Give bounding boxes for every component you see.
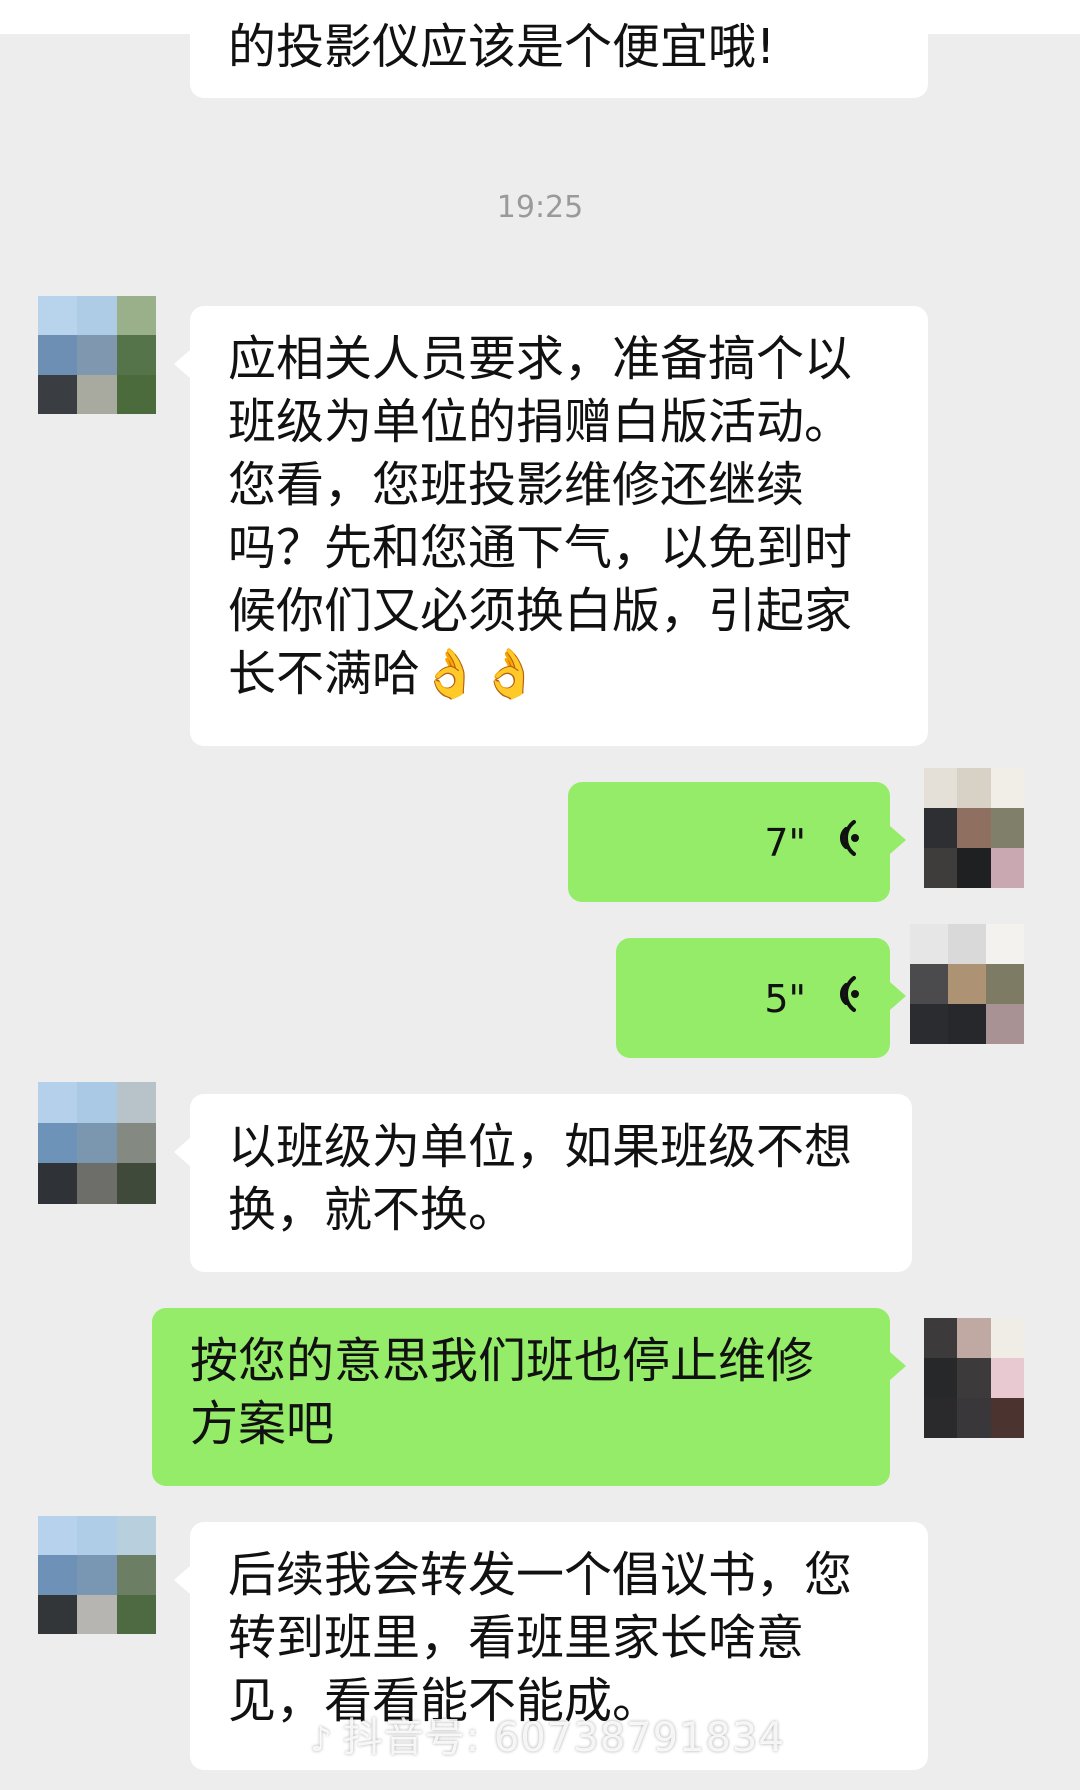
voice-wave-icon <box>839 820 859 856</box>
contact-avatar[interactable] <box>38 1516 156 1634</box>
watermark-text: 抖音号: 60738791834 <box>342 1715 785 1761</box>
watermark: ♪ 抖音号: 60738791834 <box>310 1705 785 1763</box>
voice-duration: 7" <box>764 821 806 865</box>
voice-message-bubble[interactable]: 7" <box>568 782 906 902</box>
message-bubble-incoming[interactable]: 应相关人员要求，准备搞个以班级为单位的捐赠白版活动。您看，您班投影维修还继续吗？… <box>174 306 928 746</box>
douyin-logo-icon: ♪ <box>310 1720 333 1760</box>
voice-duration: 5" <box>764 977 806 1021</box>
voice-message-bubble[interactable]: 5" <box>616 938 906 1058</box>
message-bubble-previous[interactable]: 的投影仪应该是个便宜哦! <box>190 0 928 98</box>
chat-timestamp: 19:25 <box>496 190 584 225</box>
my-avatar[interactable] <box>924 1318 1024 1438</box>
message-bubble-incoming[interactable]: 以班级为单位，如果班级不想换，就不换。 <box>174 1094 912 1272</box>
my-avatar[interactable] <box>924 768 1024 888</box>
message-text-previous: 的投影仪应该是个便宜哦! <box>228 19 776 75</box>
voice-wave-icon <box>839 976 859 1012</box>
message-text: 按您的意思我们班也停止维修方案吧 <box>190 1333 815 1452</box>
message-bubble-outgoing[interactable]: 按您的意思我们班也停止维修方案吧 <box>152 1308 906 1486</box>
message-text: 应相关人员要求，准备搞个以班级为单位的捐赠白版活动。您看，您班投影维修还继续吗？… <box>228 331 853 702</box>
contact-avatar[interactable] <box>38 296 156 414</box>
my-avatar[interactable] <box>910 924 1024 1044</box>
message-text: 以班级为单位，如果班级不想换，就不换。 <box>228 1119 853 1238</box>
contact-avatar[interactable] <box>38 1082 156 1204</box>
